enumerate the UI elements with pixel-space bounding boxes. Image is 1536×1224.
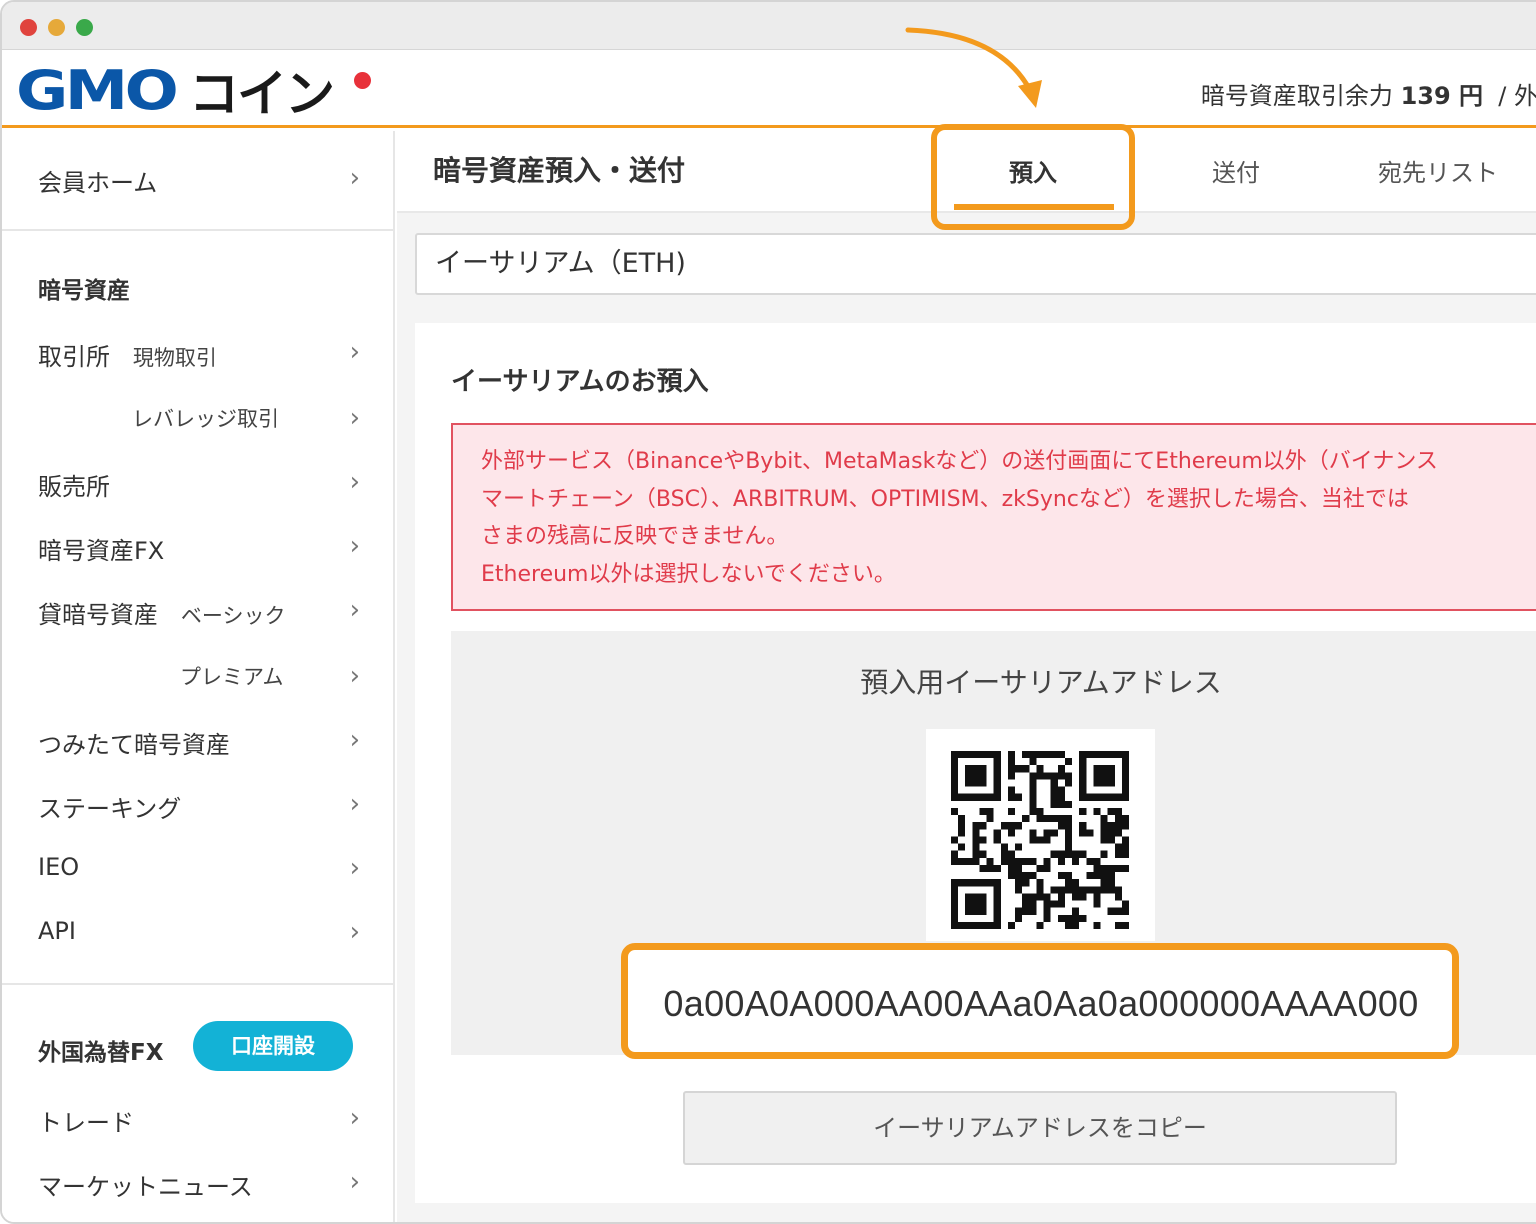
sidebar-item-ieo[interactable]: IEO ›: [38, 853, 368, 883]
alert-line: さまの残高に反映できません。: [481, 524, 789, 549]
logo-gmo-text: GMO: [16, 58, 179, 122]
sidebar-item-label: マーケットニュース: [38, 1173, 253, 1201]
sidebar-item-sublabel: レバレッジ取引: [132, 407, 279, 431]
chevron-right-icon: ›: [349, 337, 360, 367]
chevron-right-icon: ›: [349, 467, 360, 497]
chevron-right-icon: ›: [349, 661, 360, 691]
sidebar-item-label: 販売所: [38, 473, 110, 501]
balance-tail: / 外: [1498, 82, 1536, 110]
page-title: 暗号資産預入・送付: [433, 154, 686, 187]
main-content: 暗号資産預入・送付 預入 送付 宛先リスト イーサリアム（ETH) イーサリアム…: [397, 124, 1536, 1222]
balance-label: 暗号資産取引余力: [1200, 82, 1393, 110]
qr-code: [926, 729, 1155, 941]
title-bar: [2, 2, 1536, 50]
sidebar-item-label: トレード: [38, 1109, 134, 1137]
sidebar-item-home-wrap: 会員ホーム ›: [2, 131, 393, 231]
open-account-button[interactable]: 口座開設: [193, 1021, 353, 1071]
deposit-card: イーサリアムのお預入 外部サービス（BinanceやBybit、MetaMask…: [415, 323, 1536, 1203]
arrow-icon: [905, 27, 1042, 108]
close-window-button[interactable]: [20, 19, 37, 36]
sidebar-item-exchange-leverage[interactable]: レバレッジ取引 ›: [38, 403, 368, 433]
chevron-right-icon: ›: [349, 917, 360, 947]
sidebar-item-tsumitate[interactable]: つみたて暗号資産 ›: [38, 725, 368, 760]
alert-line: 外部サービス（BinanceやBybit、MetaMaskなど）の送付画面にてE…: [481, 449, 1438, 474]
site-header: GMO コイン 暗号資産取引余力 139 円 / 外: [2, 50, 1536, 128]
sidebar-section-fx: 外国為替FX: [38, 1040, 164, 1066]
sidebar: 会員ホーム › 暗号資産 取引所 現物取引 › レバレッジ取引 › 販売所 › …: [2, 131, 395, 1222]
sidebar-item-label: IEO: [38, 853, 80, 881]
chevron-right-icon: ›: [349, 1167, 360, 1197]
sidebar-item-crypto-fx[interactable]: 暗号資産FX ›: [38, 531, 368, 566]
sidebar-item-label: 暗号資産FX: [38, 537, 165, 565]
copy-address-button[interactable]: イーサリアムアドレスをコピー: [683, 1091, 1397, 1165]
sidebar-item-sales[interactable]: 販売所 ›: [38, 467, 368, 502]
chevron-right-icon: ›: [349, 725, 360, 755]
chevron-right-icon: ›: [349, 531, 360, 561]
sidebar-item-lending-basic[interactable]: 貸暗号資産 ベーシック ›: [38, 595, 368, 630]
sidebar-item-api[interactable]: API ›: [38, 917, 368, 947]
sidebar-item-trade[interactable]: トレード ›: [38, 1103, 368, 1138]
warning-alert: 外部サービス（BinanceやBybit、MetaMaskなど）の送付画面にてE…: [451, 423, 1536, 611]
sidebar-divider: [2, 983, 393, 985]
deposit-address-panel: 預入用イーサリアムアドレス 0a00A0A000AA00AAa0Aa0a0000…: [451, 631, 1536, 1059]
sidebar-item-sublabel: 現物取引: [132, 346, 217, 370]
browser-window: GMO コイン 暗号資産取引余力 139 円 / 外 会員ホーム › 暗号資産 …: [0, 0, 1536, 1224]
tab-address-list[interactable]: 宛先リスト: [1378, 153, 1498, 188]
tab-bar: 暗号資産預入・送付 預入 送付 宛先リスト: [397, 124, 1536, 230]
highlight-frame-deposit-tab: [931, 124, 1135, 230]
balance-value: 139 円: [1400, 82, 1484, 110]
sidebar-item-label: 貸暗号資産: [38, 601, 158, 629]
chevron-right-icon: ›: [349, 853, 360, 883]
currency-select[interactable]: イーサリアム（ETH): [415, 233, 1536, 295]
maximize-window-button[interactable]: [76, 19, 93, 36]
minimize-window-button[interactable]: [48, 19, 65, 36]
sidebar-item-sublabel: プレミアム: [180, 665, 284, 689]
chevron-right-icon: ›: [349, 163, 360, 193]
logo-coin-text: コイン: [188, 65, 335, 123]
sidebar-item-label: 取引所: [38, 343, 110, 371]
tab-send[interactable]: 送付: [1212, 153, 1260, 188]
sidebar-item-lending-premium[interactable]: プレミアム ›: [38, 661, 368, 691]
sidebar-item-staking[interactable]: ステーキング ›: [38, 789, 368, 824]
sidebar-item-label: 会員ホーム: [38, 169, 158, 197]
alert-line: マートチェーン（BSC）、ARBITRUM、OPTIMISM、zkSyncなど）…: [481, 486, 1409, 512]
card-title: イーサリアムのお預入: [451, 367, 709, 397]
address-label: 預入用イーサリアムアドレス: [860, 666, 1222, 699]
sidebar-section-crypto: 暗号資産: [38, 278, 130, 304]
logo-red-dot: [354, 72, 371, 89]
sidebar-item-label: ステーキング: [38, 795, 182, 823]
chevron-right-icon: ›: [349, 789, 360, 819]
balance-display: 暗号資産取引余力 139 円 / 外: [1201, 76, 1536, 111]
sidebar-item-home[interactable]: 会員ホーム ›: [38, 163, 368, 198]
chevron-right-icon: ›: [349, 403, 360, 433]
sidebar-item-market-news[interactable]: マーケットニュース ›: [38, 1167, 368, 1202]
alert-line: Ethereum以外は選択しないでください。: [481, 561, 896, 587]
gmo-coin-logo[interactable]: GMO コイン: [16, 59, 371, 123]
highlight-frame-address: [621, 943, 1459, 1059]
sidebar-item-sublabel: ベーシック: [180, 604, 286, 628]
qr-code-icon: [951, 751, 1129, 929]
sidebar-item-label: つみたて暗号資産: [38, 731, 230, 759]
chevron-right-icon: ›: [349, 1103, 360, 1133]
sidebar-item-exchange-spot[interactable]: 取引所 現物取引 ›: [38, 337, 368, 372]
sidebar-item-label: API: [38, 917, 76, 945]
chevron-right-icon: ›: [349, 595, 360, 625]
